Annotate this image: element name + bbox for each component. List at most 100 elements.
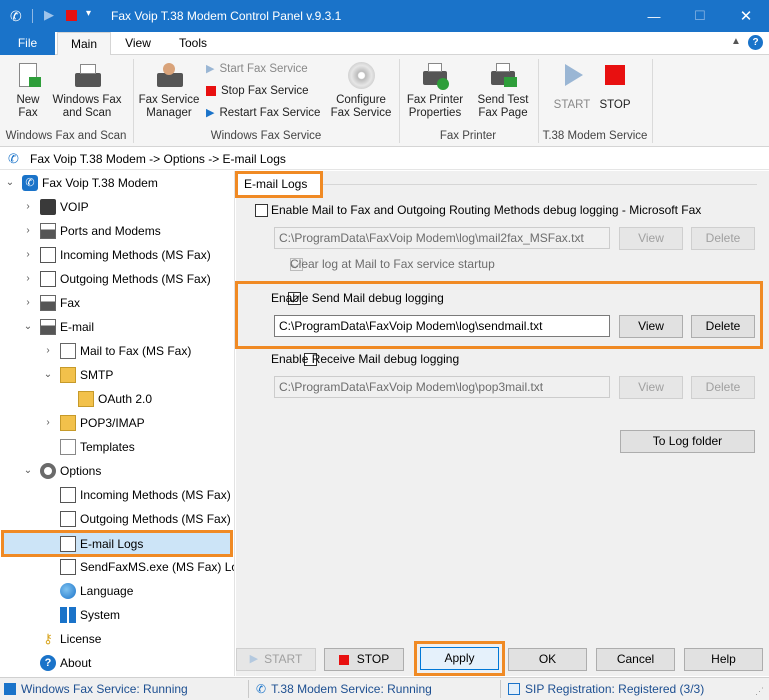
tree-item-oauth[interactable]: OAuth 2.0 — [78, 388, 152, 410]
tree-item-sendfaxms[interactable]: SendFaxMS.exe (MS Fax) Lo — [60, 556, 235, 578]
template-icon — [60, 439, 76, 455]
apply-button[interactable]: Apply — [420, 647, 499, 670]
breadcrumb-bar: ✆ Fax Voip T.38 Modem -> Options -> E-ma… — [0, 148, 769, 170]
chevron-down-icon[interactable]: ⌄ — [22, 316, 34, 338]
chevron-down-icon[interactable]: ⌄ — [22, 460, 34, 482]
tree-item-label: Outgoing Methods (MS Fax) — [80, 512, 231, 526]
sendmail-debug-label[interactable]: Enable Send Mail debug logging — [271, 291, 444, 305]
tree-item-opt-outgoing[interactable]: Outgoing Methods (MS Fax) — [60, 508, 231, 530]
help-button[interactable]: Help — [684, 648, 763, 671]
restart-fax-service-button[interactable]: ▶ Restart Fax Service — [206, 104, 320, 122]
group-t38-modem-service-label: T.38 Modem Service — [542, 130, 648, 142]
chevron-right-icon[interactable]: › — [22, 244, 34, 266]
tree-item-language[interactable]: Language — [60, 580, 133, 602]
tab-file[interactable]: File — [0, 32, 55, 55]
qat-separator — [32, 9, 33, 23]
sendmail-view-button[interactable]: View — [619, 315, 683, 338]
tree-item-email-logs[interactable]: E-mail Logs — [1, 530, 233, 557]
receivemail-view-button[interactable]: View — [619, 376, 683, 399]
tree-item-outgoing-methods[interactable]: › Outgoing Methods (MS Fax) — [22, 268, 211, 290]
ribbon-separator — [652, 59, 653, 143]
status-modem-service: ✆ T.38 Modem Service: Running — [256, 678, 432, 700]
chevron-down-icon[interactable]: ⌄ — [42, 364, 54, 386]
sendmail-log-path-field[interactable]: C:\ProgramData\FaxVoip Modem\log\sendmai… — [274, 315, 610, 337]
tree-item-system[interactable]: System — [60, 604, 120, 626]
maximize-icon[interactable]: ☐ — [677, 0, 723, 32]
start-fax-service-label: Start Fax Service — [219, 63, 308, 75]
chevron-right-icon[interactable]: › — [22, 268, 34, 290]
mail2fax-log-path-field[interactable]: C:\ProgramData\FaxVoip Modem\log\mail2fa… — [274, 227, 610, 249]
tree-item-label: SendFaxMS.exe (MS Fax) Lo — [80, 560, 235, 574]
tab-view[interactable]: View — [113, 32, 163, 55]
ribbon-collapse-icon[interactable]: ▲ — [731, 36, 741, 47]
cancel-button[interactable]: Cancel — [596, 648, 675, 671]
smtp-icon — [60, 367, 76, 383]
email-log-icon — [60, 535, 76, 552]
mail2fax-view-button[interactable]: View — [619, 227, 683, 250]
send-test-fax-page-button[interactable]: Send Test Fax Page — [472, 57, 534, 120]
fax-service-manager-button[interactable]: Fax Service Manager — [138, 57, 200, 120]
mail2fax-delete-button[interactable]: Delete — [691, 227, 755, 250]
modem-stop-button[interactable]: STOP — [596, 57, 634, 112]
email-logs-panel: E-mail Logs Enable Mail to Fax and Outgo… — [235, 171, 769, 633]
tree-item-templates[interactable]: Templates — [60, 436, 135, 458]
to-log-folder-button[interactable]: To Log folder — [620, 430, 755, 453]
incoming-log-icon — [60, 487, 76, 503]
tree-item-about[interactable]: ? About — [40, 652, 91, 674]
service-stop-button[interactable]: STOP — [324, 648, 404, 671]
oauth-icon — [78, 391, 94, 407]
tree-item-license[interactable]: ⚷ License — [40, 628, 101, 650]
service-stop-label: STOP — [356, 652, 390, 666]
tree-item-incoming-methods[interactable]: › Incoming Methods (MS Fax) — [22, 244, 211, 266]
tab-tools[interactable]: Tools — [166, 32, 220, 55]
mail2fax-debug-label[interactable]: Enable Mail to Fax and Outgoing Routing … — [271, 203, 701, 217]
help-icon[interactable]: ? — [748, 35, 763, 50]
tree-item-pop3-imap[interactable]: › POP3/IMAP — [42, 412, 145, 434]
tree-item-smtp[interactable]: ⌄ SMTP — [42, 364, 113, 386]
chevron-right-icon[interactable]: › — [42, 340, 54, 362]
receivemail-delete-button[interactable]: Delete — [691, 376, 755, 399]
gear-icon — [40, 463, 56, 479]
start-fax-service-button[interactable]: ▶ Start Fax Service — [206, 60, 308, 78]
tree-item-voip[interactable]: › VOIP — [22, 196, 89, 218]
close-icon[interactable]: ✕ — [723, 0, 769, 32]
chevron-right-icon[interactable]: › — [22, 196, 34, 218]
printer-check-icon — [420, 61, 450, 91]
qat-dropdown-icon[interactable]: ▾ — [86, 8, 91, 19]
receivemail-debug-label[interactable]: Enable Receive Mail debug logging — [271, 352, 459, 366]
chevron-down-icon[interactable]: ⌄ — [4, 172, 16, 194]
qat-stop-icon[interactable] — [66, 10, 77, 21]
tab-main[interactable]: Main — [57, 32, 111, 56]
incoming-methods-icon — [40, 247, 56, 263]
ok-button[interactable]: OK — [508, 648, 587, 671]
qat-play-icon[interactable]: ▶ — [44, 7, 54, 23]
globe-icon — [60, 583, 76, 599]
tree-item-opt-incoming[interactable]: Incoming Methods (MS Fax) — [60, 484, 231, 506]
tree-item-label: E-mail Logs — [80, 536, 144, 551]
panel-title: E-mail Logs — [235, 171, 323, 198]
windows-fax-scan-button[interactable]: Windows Fax and Scan — [52, 57, 122, 120]
fax-printer-properties-button[interactable]: Fax Printer Properties — [404, 57, 466, 120]
tree-item-ports-modems[interactable]: › Ports and Modems — [22, 220, 161, 242]
receivemail-log-path-field[interactable]: C:\ProgramData\FaxVoip Modem\log\pop3mai… — [274, 376, 610, 398]
tree-item-label: Ports and Modems — [60, 224, 161, 238]
tree-item-fax[interactable]: › Fax — [22, 292, 80, 314]
chevron-right-icon[interactable]: › — [22, 292, 34, 314]
tree-item-mail-to-fax[interactable]: › Mail to Fax (MS Fax) — [42, 340, 191, 362]
tree-item-options[interactable]: ⌄ Options — [22, 460, 101, 482]
clear-log-label[interactable]: Clear log at Mail to Fax service startup — [290, 257, 495, 271]
tree-item-email[interactable]: ⌄ E-mail — [22, 316, 94, 338]
chevron-right-icon[interactable]: › — [42, 412, 54, 434]
modem-start-button[interactable]: START — [552, 57, 592, 112]
sendmail-delete-button[interactable]: Delete — [691, 315, 755, 338]
configure-fax-service-button[interactable]: Configure Fax Service — [328, 57, 394, 120]
new-fax-button[interactable]: New Fax — [6, 57, 50, 120]
mail2fax-debug-checkbox[interactable] — [255, 204, 268, 217]
stop-fax-service-button[interactable]: Stop Fax Service — [206, 82, 309, 100]
minimize-icon[interactable]: — — [631, 0, 677, 32]
tree-item-root[interactable]: ⌄ ✆ Fax Voip T.38 Modem — [4, 172, 158, 194]
play-large-icon — [557, 61, 587, 91]
chevron-right-icon[interactable]: › — [22, 220, 34, 242]
resize-grip-icon[interactable]: ⋰ — [755, 686, 764, 697]
service-start-button[interactable]: ▶ START — [236, 648, 316, 671]
